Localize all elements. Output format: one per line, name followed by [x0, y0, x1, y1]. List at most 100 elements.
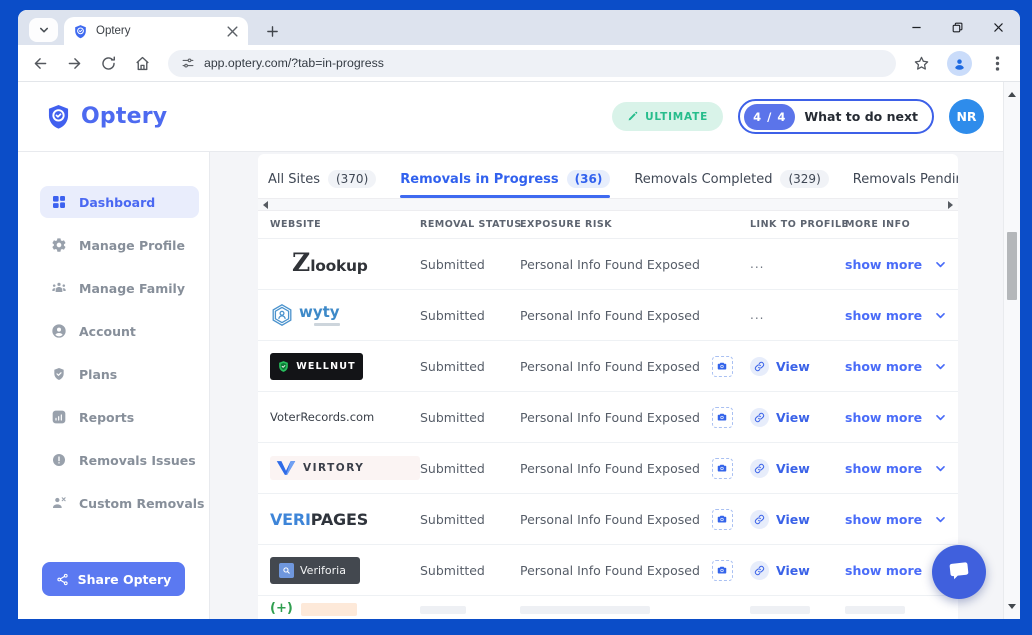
sidebar-item-manage-profile[interactable]: Manage Profile [40, 229, 199, 261]
more-info-cell[interactable]: show more [845, 512, 958, 527]
link-ellipsis: ... [750, 308, 764, 322]
screenshot-camera-icon[interactable] [712, 356, 733, 377]
show-more-link[interactable]: show more [845, 257, 922, 272]
home-icon[interactable] [134, 55, 151, 72]
browser-window: Optery app.optery.com/?tab=in-progress [18, 10, 1020, 619]
link-icon [750, 459, 769, 478]
more-info-cell[interactable] [845, 602, 958, 614]
column-header-link-to-profile[interactable]: LINK TO PROFILE [750, 219, 845, 230]
optery-logo[interactable]: Optery [45, 103, 167, 130]
more-info-cell[interactable]: show more [845, 257, 958, 272]
plan-badge-label: ULTIMATE [645, 111, 708, 123]
restore-icon[interactable] [952, 22, 963, 33]
tab-count: (36) [567, 170, 611, 188]
browser-menu-icon[interactable] [989, 55, 1006, 72]
link-to-profile-cell[interactable]: View [750, 510, 845, 529]
chevron-down-icon [934, 462, 947, 475]
forward-icon[interactable] [66, 55, 83, 72]
horizontal-scrollbar[interactable] [258, 198, 958, 211]
scroll-right-arrow-icon[interactable] [948, 201, 953, 209]
show-more-link[interactable]: show more [845, 512, 922, 527]
site-settings-icon[interactable] [181, 56, 195, 70]
tab-removals-completed[interactable]: Removals Completed(329) [634, 160, 828, 198]
tab-close-icon[interactable] [226, 25, 239, 38]
more-info-cell[interactable]: show more [845, 359, 958, 374]
show-more-link[interactable]: show more [845, 563, 922, 578]
removal-status-cell: Submitted [420, 512, 520, 527]
more-info-cell[interactable]: show more [845, 461, 958, 476]
what-to-do-next-label: What to do next [804, 109, 918, 124]
sidebar-item-custom-removals[interactable]: Custom Removals [40, 487, 199, 519]
website-logo-veriforia: Veriforia [270, 557, 360, 584]
what-to-do-next-button[interactable]: 4 / 4 What to do next [738, 99, 934, 134]
link-to-profile-cell[interactable]: View [750, 408, 845, 427]
scroll-up-arrow-icon[interactable] [1008, 88, 1016, 97]
link-to-profile-cell[interactable]: View [750, 561, 845, 580]
share-optery-button[interactable]: Share Optery [42, 562, 185, 596]
website-cell: (+) [270, 602, 420, 616]
screenshot-camera-icon[interactable] [712, 509, 733, 530]
reload-icon[interactable] [100, 55, 117, 72]
tab-removals-pending[interactable]: Removals Pending(5) [853, 160, 958, 198]
tab-all-sites[interactable]: All Sites(370) [268, 160, 376, 198]
chat-button[interactable] [932, 545, 986, 599]
address-bar[interactable]: app.optery.com/?tab=in-progress [168, 50, 896, 77]
pen-icon [627, 111, 638, 122]
chevron-down-icon [934, 258, 947, 271]
removal-status-cell: Submitted [420, 410, 520, 425]
scroll-down-arrow-icon[interactable] [1008, 604, 1016, 613]
tab-removals-in-progress[interactable]: Removals in Progress(36) [400, 160, 610, 198]
table-body: ZlookupSubmittedPersonal Info Found Expo… [258, 239, 958, 619]
sidebar-item-manage-family[interactable]: Manage Family [40, 272, 199, 304]
exposure-risk-cell: Personal Info Found Exposed [520, 407, 750, 428]
close-icon[interactable] [993, 22, 1004, 33]
link-to-profile-cell[interactable]: View [750, 357, 845, 376]
show-more-link[interactable]: show more [845, 359, 922, 374]
link-to-profile-cell[interactable]: View [750, 459, 845, 478]
green-shield-icon [277, 360, 290, 373]
exposure-risk-cell: Personal Info Found Exposed [520, 356, 750, 377]
link-icon [750, 357, 769, 376]
tab-search-button[interactable] [29, 18, 58, 42]
website-cell: WELLNUT [270, 353, 420, 380]
more-info-cell[interactable]: show more [845, 410, 958, 425]
share-optery-label: Share Optery [78, 572, 172, 587]
show-more-link[interactable]: show more [845, 410, 922, 425]
scrollbar-thumb[interactable] [1007, 232, 1017, 300]
new-tab-button[interactable] [261, 20, 283, 42]
sidebar-item-account[interactable]: Account [40, 315, 199, 347]
screenshot-camera-icon[interactable] [712, 407, 733, 428]
website-logo-partial: (+) [270, 602, 420, 616]
website-logo-zlookup: Zlookup [292, 253, 420, 275]
website-logo-wyty: wyty [270, 303, 420, 327]
back-icon[interactable] [32, 55, 49, 72]
column-header-website: WEBSITE [270, 219, 420, 230]
hexagon-icon [270, 303, 294, 327]
scroll-left-arrow-icon[interactable] [263, 201, 268, 209]
chevron-down-icon [934, 411, 947, 424]
sidebar-item-plans[interactable]: Plans [40, 358, 199, 390]
minimize-icon[interactable] [911, 22, 922, 33]
table-header: WEBSITEREMOVAL STATUSEXPOSURE RISKLINK T… [258, 211, 958, 239]
bookmark-star-icon[interactable] [913, 55, 930, 72]
browser-profile-avatar[interactable] [947, 51, 972, 76]
sidebar-item-removals-issues[interactable]: Removals Issues [40, 444, 199, 476]
sidebar-item-dashboard[interactable]: Dashboard [40, 186, 199, 218]
more-info-cell[interactable]: show more [845, 308, 958, 323]
sidebar-item-label: Manage Family [79, 281, 185, 296]
user-avatar[interactable]: NR [949, 99, 984, 134]
chevron-down-icon [38, 24, 50, 36]
show-more-link[interactable]: show more [845, 461, 922, 476]
screenshot-camera-icon[interactable] [712, 458, 733, 479]
sidebar-nav: Dashboard Manage Profile Manage Family Acco… [18, 186, 209, 519]
browser-tab-optery[interactable]: Optery [64, 17, 248, 45]
sidebar-item-label: Account [79, 324, 136, 339]
screenshot-camera-icon[interactable] [712, 560, 733, 581]
optery-app: Optery ULTIMATE 4 / 4 What to do next NR… [18, 82, 1020, 619]
vertical-scrollbar[interactable] [1003, 82, 1020, 619]
show-more-link[interactable]: show more [845, 308, 922, 323]
sidebar-item-reports[interactable]: Reports [40, 401, 199, 433]
column-header-more-info: MORE INFO [845, 219, 958, 230]
website-logo-veripages: VERIPAGES [270, 510, 420, 529]
brand-name: Optery [81, 104, 167, 129]
